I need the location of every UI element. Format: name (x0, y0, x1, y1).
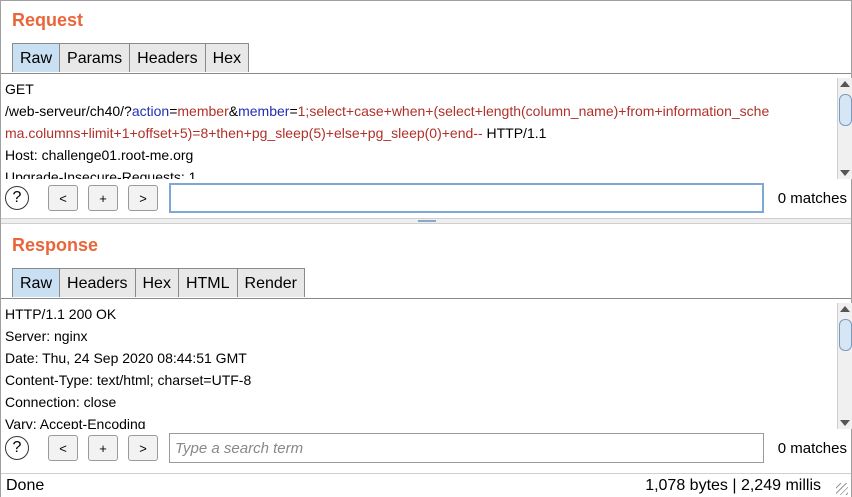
response-line: HTTP/1.1 200 OK (5, 306, 117, 322)
response-title: Response (12, 235, 99, 255)
tab-response-raw[interactable]: Raw (12, 268, 61, 297)
response-line: Server: nginx (5, 328, 88, 344)
request-line: ma.columns+limit+1+offset+5)=8+then+pg_s… (5, 125, 547, 141)
request-search-bar: ? < + > 0 matches (1, 182, 851, 220)
request-line: Upgrade-Insecure-Requests: 1 (5, 169, 197, 179)
arrow-up-icon[interactable] (840, 81, 850, 87)
response-line: Vary: Accept-Encoding (5, 416, 146, 429)
request-match-count: 0 matches (777, 190, 847, 207)
request-tabs: Raw Params Headers Hex (12, 43, 250, 73)
scroll-thumb[interactable] (839, 319, 852, 351)
scroll-thumb[interactable] (839, 94, 852, 126)
response-line: Content-Type: text/html; charset=UTF-8 (5, 372, 252, 388)
message-editor-panel: Request Raw Params Headers Hex GET /web-… (0, 0, 852, 497)
response-editor[interactable]: HTTP/1.1 200 OK Server: nginx Date: Thu,… (1, 303, 837, 429)
request-editor[interactable]: GET /web-serveur/ch40/?action=member&mem… (1, 78, 837, 179)
tab-request-hex[interactable]: Hex (204, 43, 250, 72)
response-stats: 1,078 bytes | 2,249 millis (645, 477, 821, 494)
add-button[interactable]: + (88, 435, 118, 461)
help-icon[interactable]: ? (5, 186, 29, 210)
response-tabs: Raw Headers Hex HTML Render (12, 268, 305, 298)
tab-underline (1, 298, 851, 299)
next-match-button[interactable]: > (128, 435, 158, 461)
response-search-input[interactable] (169, 433, 764, 463)
response-match-count: 0 matches (777, 440, 847, 457)
tab-request-headers[interactable]: Headers (129, 43, 206, 72)
request-line: /web-serveur/ch40/?action=member&member=… (5, 103, 770, 119)
tab-response-html[interactable]: HTML (177, 268, 238, 297)
tab-request-raw[interactable]: Raw (12, 43, 61, 72)
status-text: Done (6, 477, 45, 494)
response-search-bar: ? < + > 0 matches (1, 432, 851, 470)
request-search-input[interactable] (169, 183, 764, 213)
arrow-down-icon[interactable] (840, 420, 850, 426)
arrow-down-icon[interactable] (840, 170, 850, 176)
request-scrollbar[interactable] (837, 78, 852, 179)
tab-response-render[interactable]: Render (236, 268, 305, 297)
arrow-up-icon[interactable] (840, 306, 850, 312)
prev-match-button[interactable]: < (48, 185, 78, 211)
tab-underline (1, 73, 851, 74)
request-line: GET (5, 81, 34, 97)
tab-response-hex[interactable]: Hex (134, 268, 179, 297)
add-button[interactable]: + (88, 185, 118, 211)
next-match-button[interactable]: > (128, 185, 158, 211)
status-bar: Done 1,078 bytes | 2,249 millis (1, 473, 851, 497)
request-line: Host: challenge01.root-me.org (5, 147, 194, 163)
response-scrollbar[interactable] (837, 303, 852, 429)
response-line: Connection: close (5, 394, 117, 410)
tab-response-headers[interactable]: Headers (59, 268, 136, 297)
tab-request-params[interactable]: Params (59, 43, 131, 72)
request-title: Request (12, 10, 84, 30)
prev-match-button[interactable]: < (48, 435, 78, 461)
divider-grip-icon[interactable] (418, 220, 436, 222)
response-line: Date: Thu, 24 Sep 2020 08:44:51 GMT (5, 350, 247, 366)
resize-grip-icon[interactable] (836, 483, 848, 495)
split-divider[interactable] (1, 218, 851, 224)
help-icon[interactable]: ? (5, 436, 29, 460)
